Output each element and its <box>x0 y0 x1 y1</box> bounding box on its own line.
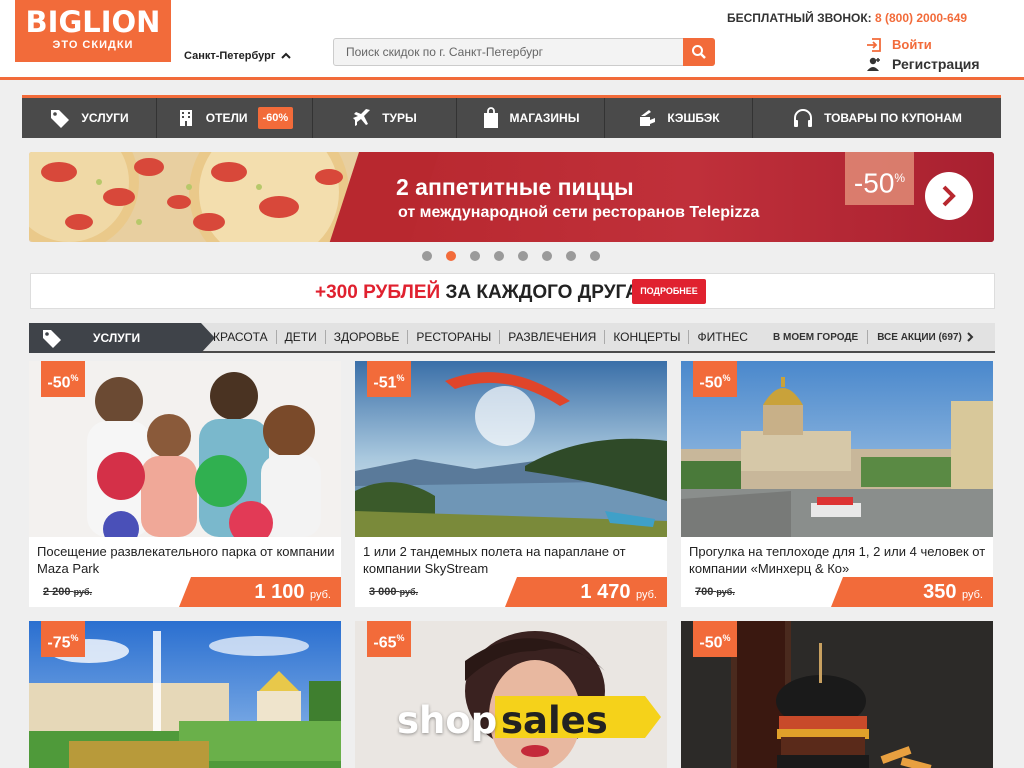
nav-item-cashback[interactable]: КЭШБЭК <box>605 98 753 138</box>
discount-badge: -50% <box>693 621 737 657</box>
login-link[interactable]: Войти <box>866 37 932 52</box>
referral-text: +300 РУБЛЕЙ ЗА КАЖДОГО ДРУГА! <box>315 282 646 303</box>
slider-dot[interactable] <box>590 251 600 261</box>
banner-title: 2 аппетитные пиццы <box>396 174 634 200</box>
nav-item-tours[interactable]: ТУРЫ <box>313 98 457 138</box>
category-bar: УСЛУГИ КРАСОТА ДЕТИ ЗДОРОВЬЕ РЕСТОРАНЫ Р… <box>29 323 995 353</box>
deal-card[interactable]: -75% <box>29 621 341 768</box>
deal-card[interactable]: -65% shop sales <box>355 621 667 768</box>
main-nav: УСЛУГИ ОТЕЛИ -60% ТУРЫ МАГАЗИНЫ КЭШБЭК Т… <box>22 95 1001 138</box>
deal-card[interactable]: -50% Посещение развлекательного парка от… <box>29 361 341 607</box>
logo-brand: BIGLION <box>25 5 161 39</box>
new-price: 1 470 руб. <box>505 577 667 607</box>
logo[interactable]: BIGLION ЭТО СКИДКИ <box>15 0 171 62</box>
hotels-discount-badge: -60% <box>257 107 294 129</box>
slider-dots <box>422 251 600 261</box>
discount-badge: -75% <box>41 621 85 657</box>
cashback-icon <box>640 110 656 126</box>
city-label: Санкт-Петербург <box>184 50 276 62</box>
nav-item-coupon-goods[interactable]: ТОВАРЫ ПО КУПОНАМ <box>753 98 1001 138</box>
register-link[interactable]: Регистрация <box>866 56 980 72</box>
chevron-right-icon <box>942 185 956 207</box>
referral-promo: +300 РУБЛЕЙ ЗА КАЖДОГО ДРУГА! ПОДРОБНЕЕ <box>30 273 995 309</box>
tab-entertainment[interactable]: РАЗВЛЕЧЕНИЯ <box>500 330 606 344</box>
nav-item-hotels[interactable]: ОТЕЛИ -60% <box>157 98 313 138</box>
more-button[interactable]: ПОДРОБНЕЕ <box>632 279 706 304</box>
slider-dot[interactable] <box>470 251 480 261</box>
category-tabs: КРАСОТА ДЕТИ ЗДОРОВЬЕ РЕСТОРАНЫ РАЗВЛЕЧЕ… <box>205 323 756 351</box>
nav-label: МАГАЗИНЫ <box>509 111 580 125</box>
old-price: 3 000 руб. <box>369 586 419 598</box>
deal-card[interactable]: -51% 1 или 2 тандемных полета на парапла… <box>355 361 667 607</box>
category-active-label: УСЛУГИ <box>93 331 141 345</box>
slider-dot[interactable] <box>542 251 552 261</box>
tab-kids[interactable]: ДЕТИ <box>277 330 326 344</box>
tab-concerts[interactable]: КОНЦЕРТЫ <box>605 330 690 344</box>
chevron-right-icon <box>967 332 974 342</box>
category-active[interactable]: УСЛУГИ <box>29 323 215 353</box>
site-header: BIGLION ЭТО СКИДКИ Санкт-Петербург БЕСПЛ… <box>0 0 1024 80</box>
headphones-icon <box>794 109 813 127</box>
phone-info: БЕСПЛАТНЫЙ ЗВОНОК: 8 (800) 2000-649 <box>727 11 967 25</box>
deal-title: Прогулка на теплоходе для 1, 2 или 4 чел… <box>689 544 986 576</box>
slider-dot[interactable] <box>566 251 576 261</box>
nav-item-services[interactable]: УСЛУГИ <box>22 98 157 138</box>
tag-icon <box>43 330 61 348</box>
new-price: 350 руб. <box>831 577 993 607</box>
shopsales-logo-part2: sales <box>501 699 608 742</box>
tab-health[interactable]: ЗДОРОВЬЕ <box>326 330 409 344</box>
banner-next-button[interactable] <box>925 172 973 220</box>
slider-dot[interactable] <box>494 251 504 261</box>
search-input[interactable] <box>334 39 684 65</box>
city-selector[interactable]: Санкт-Петербург <box>184 50 292 62</box>
promo-banner[interactable]: 2 аппетитные пиццы от международной сети… <box>29 152 994 242</box>
search-button[interactable] <box>683 38 715 66</box>
tag-icon <box>51 110 70 128</box>
search-box <box>333 38 715 66</box>
old-price: 2 200 руб. <box>43 586 93 598</box>
discount-badge: -51% <box>367 361 411 397</box>
discount-badge: -65% <box>367 621 411 657</box>
nav-label: ТУРЫ <box>382 111 417 125</box>
in-my-city-link[interactable]: В МОЕМ ГОРОДЕ <box>773 332 858 343</box>
nav-label: КЭШБЭК <box>667 111 720 125</box>
search-icon <box>692 45 706 59</box>
phone-label: БЕСПЛАТНЫЙ ЗВОНОК: <box>727 11 872 25</box>
slider-dot-active[interactable] <box>446 251 456 261</box>
tab-restaurants[interactable]: РЕСТОРАНЫ <box>408 330 501 344</box>
discount-badge: -50% <box>41 361 85 397</box>
nav-label: ОТЕЛИ <box>205 111 248 125</box>
banner-discount: -50% <box>845 152 914 205</box>
all-deals-link[interactable]: ВСЕ АКЦИИ (697) <box>877 332 962 343</box>
phone-number[interactable]: 8 (800) 2000-649 <box>875 11 967 25</box>
tab-beauty[interactable]: КРАСОТА <box>205 330 277 344</box>
logo-tagline: ЭТО СКИДКИ <box>52 39 134 51</box>
chevron-up-icon <box>281 52 292 59</box>
banner-subtitle: от международной сети ресторанов Telepiz… <box>398 204 760 221</box>
plane-icon <box>353 109 371 126</box>
nav-item-shops[interactable]: МАГАЗИНЫ <box>457 98 605 138</box>
nav-label: ТОВАРЫ ПО КУПОНАМ <box>824 111 962 125</box>
category-right-links: В МОЕМ ГОРОДЕ ВСЕ АКЦИИ (697) <box>773 323 975 351</box>
old-price: 700 руб. <box>695 586 735 598</box>
nav-label: УСЛУГИ <box>81 111 129 125</box>
shopsales-logo-part1: shop <box>397 699 498 742</box>
deal-card[interactable]: -50% Прогулка на теплоходе для 1, 2 или … <box>681 361 993 607</box>
deal-card[interactable]: -50% <box>681 621 993 768</box>
new-price: 1 100 руб. <box>179 577 341 607</box>
login-label: Войти <box>892 37 932 52</box>
discount-badge: -50% <box>693 361 737 397</box>
deal-title: Посещение развлекательного парка от комп… <box>37 544 335 576</box>
hotel-icon <box>179 110 192 126</box>
user-plus-icon <box>867 57 880 71</box>
tab-fitness[interactable]: ФИТНЕС <box>689 330 755 344</box>
login-icon <box>867 37 881 52</box>
register-label: Регистрация <box>892 56 980 72</box>
deal-title: 1 или 2 тандемных полета на параплане от… <box>363 544 626 576</box>
slider-dot[interactable] <box>518 251 528 261</box>
slider-dot[interactable] <box>422 251 432 261</box>
shopping-bag-icon <box>483 107 498 128</box>
